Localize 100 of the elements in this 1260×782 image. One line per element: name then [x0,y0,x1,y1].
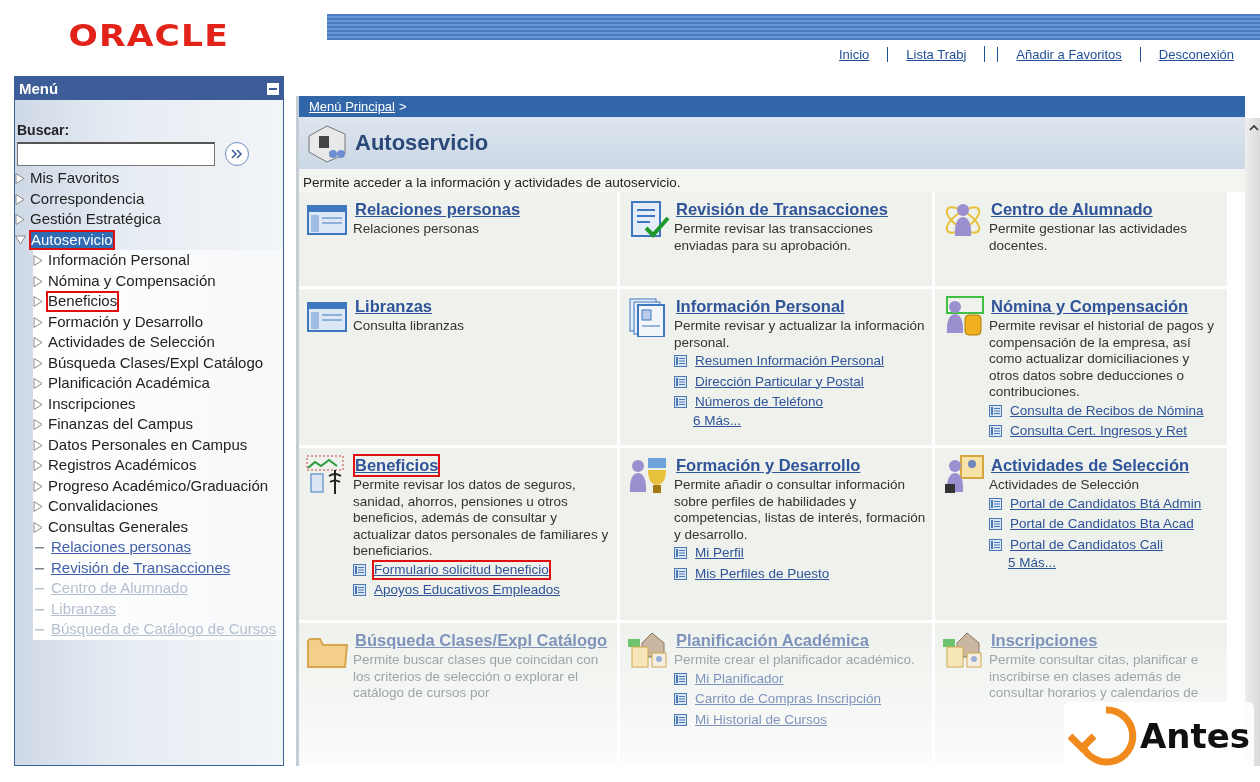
card-link[interactable]: Mis Perfiles de Puesto [693,563,832,584]
collapsed-triangle-icon[interactable] [33,460,43,471]
circular-arrow-icon [1067,704,1138,768]
menu-item[interactable]: Planificación Académica [46,373,212,394]
scroll-up-icon[interactable] [1249,124,1259,131]
collapsed-triangle-icon[interactable] [33,521,43,533]
menu-item[interactable]: Progreso Académico/Graduación [46,475,271,496]
menu-item[interactable]: Mis Favoritos [28,168,122,189]
collapsed-triangle-icon[interactable] [33,480,43,492]
minimize-icon[interactable] [267,82,279,95]
list-icon [353,584,366,597]
card-description: Actividades de Selección [989,477,1140,494]
card-description: Permite revisar los datos de seguros, sanidad, ahorros, pensiones u otros beneficios, además de consultar y actualizar datos personales de familiares y beneficiarios. [353,477,610,560]
list-icon [989,538,1002,551]
card-link[interactable]: Consulta Cert. Ingresos y Ret [1008,421,1190,442]
collapsed-triangle-icon[interactable] [33,316,43,328]
nav-link[interactable]: Inicio [821,46,888,62]
card-title-link[interactable]: Beneficios [353,454,441,477]
collapsed-triangle-icon[interactable] [33,501,43,512]
card-description: Permite consultar citas, planificar e inscribirse en clases además de consultar horarios y calendarios de [989,652,1200,702]
menu-item[interactable]: Formación y Desarrollo [46,311,206,332]
nav-link[interactable]: Añadir a Favoritos [997,46,1140,62]
card-link[interactable]: Formulario solicitud beneficio [372,559,551,580]
double-chevron-icon [231,149,243,159]
menu-item[interactable]: Revisión de Transacciones [49,557,233,578]
card-link[interactable]: Portal de Candidatos Bta Acad [1008,514,1196,535]
card-link[interactable]: Consulta de Recibos de Nómina [1008,400,1206,421]
nav-link[interactable]: Desconexión [1139,46,1252,62]
dash-icon [35,608,44,611]
card-title-link[interactable]: Nómina y Compensación [989,295,1191,318]
list-icon [989,497,1002,510]
card-title-link[interactable]: Actividades de Selección [989,454,1192,477]
collapsed-triangle-icon[interactable] [33,357,43,369]
menu-item[interactable]: Autoservicio [29,229,115,250]
search-field[interactable] [17,142,215,166]
menu-title: Menú [19,80,59,97]
menu-item[interactable]: Nómina y Compensación [46,270,218,291]
menu-item[interactable]: Convalidaciones [46,496,161,517]
search-label: Buscar: [17,122,71,138]
collapsed-triangle-icon[interactable] [15,193,25,205]
card-title-link[interactable]: Libranzas [353,295,435,318]
card-link[interactable]: Resumen Información Personal [693,351,887,372]
card-description: Consulta libranzas [353,318,465,335]
list-icon [353,563,366,576]
card-link[interactable]: Apoyos Educativos Empleados [372,580,563,601]
list-icon [674,672,687,685]
more-link[interactable]: 5 Más... [1008,555,1204,572]
collapsed-triangle-icon[interactable] [15,214,25,225]
breadcrumb-separator: > [399,99,407,114]
collapsed-triangle-icon[interactable] [33,296,43,307]
collapsed-triangle-icon[interactable] [33,275,43,287]
card-link[interactable]: Números de Teléfono [693,392,826,413]
card-description: Relaciones personas [353,221,480,238]
collapsed-triangle-icon[interactable] [33,439,43,451]
list-icon [674,355,687,368]
menu-item[interactable]: Beneficios [46,291,120,312]
page-title: Autoservicio [355,130,489,156]
card-description: Permite crear el planificador académico. [674,652,915,669]
list-icon [674,547,687,560]
list-icon [674,713,687,726]
menu-item[interactable]: Finanzas del Campus [46,414,196,435]
card-link[interactable]: Mi Perfil [693,543,746,564]
stamp-label: Antes [1139,716,1250,756]
logo: ORACLE [68,18,229,53]
list-icon [674,567,687,580]
card-description: Permite gestionar las actividades docentes. [989,221,1189,254]
card-title-link[interactable]: Revisión de Transacciones [674,198,890,221]
menu-item[interactable]: Relaciones personas [49,537,194,558]
menu-item[interactable]: Registros Académicos [46,455,199,476]
card-title-link[interactable]: Relaciones personas [353,198,523,221]
list-icon [989,404,1002,417]
expanded-triangle-icon[interactable] [15,234,26,245]
menu-item[interactable]: Búsqueda Clases/Expl Catálogo [46,352,266,373]
card-description: Permite revisar el historial de pagos y compensación de la empresa, así como actualizar domiciliaciones y otros datos sobre deducciones o contribuciones. [989,318,1216,401]
collapsed-triangle-icon[interactable] [33,378,43,389]
nav-link[interactable]: Lista Trabj [887,46,985,62]
search-go-button[interactable] [225,142,249,166]
collapsed-triangle-icon[interactable] [33,398,43,410]
menu-item[interactable]: Correspondencia [28,188,147,209]
collapsed-triangle-icon[interactable] [15,173,25,184]
card-link[interactable]: Dirección Particular y Postal [693,371,866,392]
collapsed-triangle-icon[interactable] [33,419,43,430]
collapsed-triangle-icon[interactable] [33,255,43,266]
menu-item[interactable]: Inscripciones [46,393,138,414]
card-description: Permite añadir o consultar información sobre perfiles de habilidades y competencias, listas de interés, formación y desarrollo. [674,477,926,543]
card-link[interactable]: Portal de Candidatos Cali [1008,534,1166,555]
menu-item[interactable]: Información Personal [46,250,192,271]
list-icon [674,693,687,706]
card-link[interactable]: Portal de Candidatos Btá Admin [1008,493,1204,514]
card-title-link[interactable]: Centro de Alumnado [989,198,1155,221]
collapsed-triangle-icon[interactable] [33,337,43,348]
menu-item[interactable]: Actividades de Selección [46,332,217,353]
list-icon [989,425,1002,438]
menu-item[interactable]: Datos Personales en Campus [46,434,250,455]
card-title-link[interactable]: Formación y Desarrollo [674,454,863,477]
menu-item[interactable]: Consultas Generales [46,516,191,537]
more-link[interactable]: 6 Más... [693,412,887,429]
breadcrumb-link[interactable]: Menú Principal [309,99,395,114]
menu-item[interactable]: Gestión Estratégica [28,209,163,230]
card-title-link[interactable]: Información Personal [674,295,847,318]
